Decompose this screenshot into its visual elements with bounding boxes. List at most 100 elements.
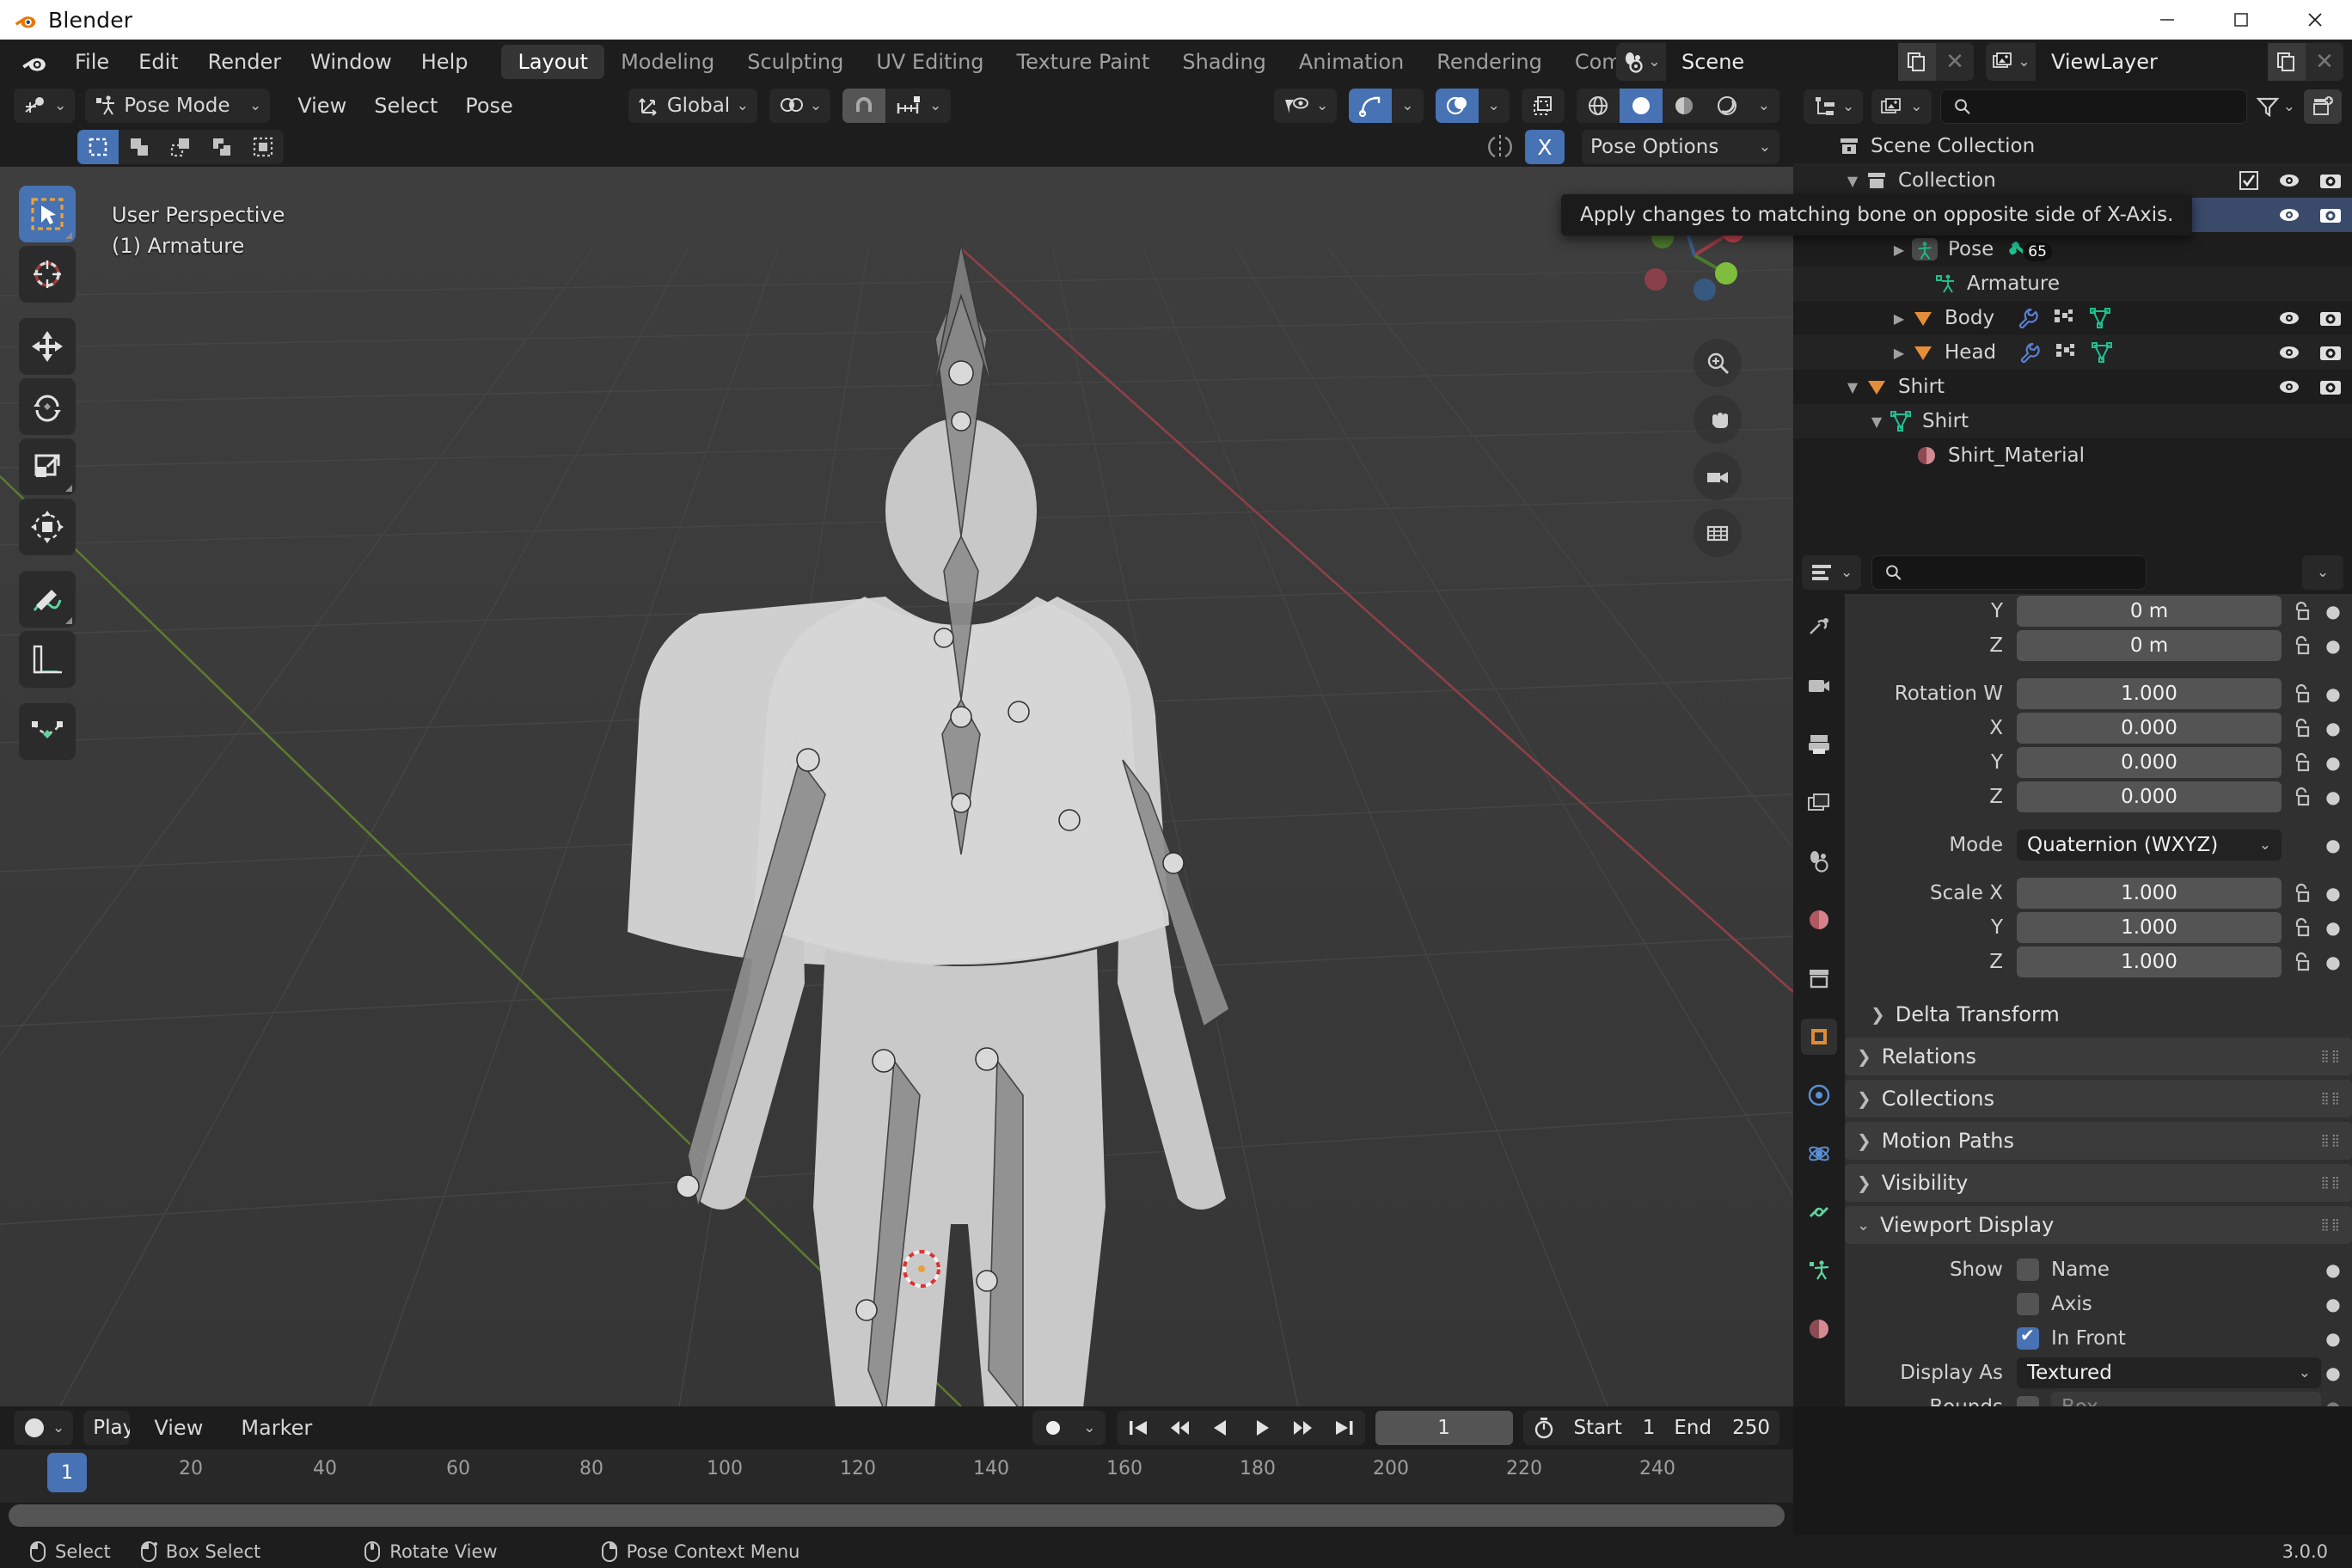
move-tool[interactable]	[19, 318, 76, 375]
lock-icon[interactable]	[2282, 717, 2321, 739]
wrench-icon[interactable]	[2017, 307, 2039, 329]
tab-modifiers[interactable]	[1801, 1077, 1837, 1113]
tab-modeling[interactable]: Modeling	[604, 45, 731, 79]
panel-visibility[interactable]: ❯ Visibility ⣿⣿	[1845, 1164, 2352, 1202]
tab-constraints[interactable]	[1801, 1194, 1837, 1230]
rotation-mode-dropdown[interactable]: Quaternion (WXYZ) ⌄	[2017, 830, 2282, 861]
playhead[interactable]: 1	[47, 1453, 87, 1492]
pivot-point-selector[interactable]: ⌄	[769, 89, 830, 123]
scene-unlink-button[interactable]: ✕	[1936, 43, 1974, 81]
show-overlays-toggle[interactable]	[1436, 89, 1479, 123]
tab-world[interactable]	[1801, 902, 1837, 938]
outliner-row-scene-collection[interactable]: Scene Collection	[1793, 129, 2352, 163]
disclosure-triangle[interactable]: ▶	[1890, 345, 1908, 361]
menu-file[interactable]: File	[60, 40, 124, 84]
camera-icon[interactable]	[2319, 171, 2342, 190]
animate-property-dot[interactable]: ●	[2321, 1328, 2345, 1349]
eye-icon[interactable]	[2278, 343, 2300, 362]
tab-physics[interactable]	[1801, 1136, 1837, 1172]
camera-icon[interactable]	[2319, 377, 2342, 396]
outliner-search-field[interactable]	[1980, 96, 2234, 118]
start-frame-field[interactable]: Start 1	[1565, 1411, 1665, 1445]
outliner-display-mode-button[interactable]: ⌄	[1871, 89, 1931, 124]
tab-animation[interactable]: Animation	[1283, 45, 1420, 79]
new-collection-button[interactable]	[2304, 89, 2342, 124]
show-name-checkbox[interactable]	[2017, 1259, 2039, 1281]
lock-icon[interactable]	[2282, 751, 2321, 774]
animate-property-dot[interactable]: ●	[2321, 718, 2345, 738]
tab-tool[interactable]	[1801, 609, 1837, 646]
end-frame-field[interactable]: End 250	[1664, 1411, 1779, 1445]
next-keyframe-button[interactable]	[1283, 1411, 1324, 1445]
animate-property-dot[interactable]: ●	[2321, 1259, 2345, 1280]
tab-rendering[interactable]: Rendering	[1420, 45, 1559, 79]
tab-viewlayer[interactable]	[1801, 785, 1837, 821]
use-preview-range-toggle[interactable]	[1523, 1411, 1565, 1445]
mesh-data-icon[interactable]	[2089, 307, 2111, 329]
outliner-row-pose[interactable]: ▶ Pose 65	[1793, 232, 2352, 266]
prop-value-scale-y[interactable]: 1.000	[2017, 912, 2282, 943]
outliner-editor-type-button[interactable]: ⌄	[1804, 89, 1863, 124]
animate-property-dot[interactable]: ●	[2321, 883, 2345, 903]
eye-icon[interactable]	[2278, 309, 2300, 328]
pose-options-dropdown[interactable]: Pose Options ⌄	[1582, 130, 1779, 164]
tweak-tool[interactable]	[19, 186, 76, 242]
animate-property-dot[interactable]: ●	[2321, 635, 2345, 656]
prop-value-location-z[interactable]: 0 m	[2017, 630, 2282, 661]
prop-value-rotation-z[interactable]: 0.000	[2017, 781, 2282, 812]
animate-property-dot[interactable]: ●	[2321, 835, 2345, 855]
disclosure-triangle[interactable]: ▼	[1867, 413, 1886, 430]
tab-collection[interactable]	[1801, 960, 1837, 996]
xray-toggle[interactable]	[1522, 89, 1565, 123]
tab-output[interactable]	[1801, 726, 1837, 763]
tab-scene[interactable]	[1801, 843, 1837, 879]
shading-options-dropdown[interactable]: ⌄	[1749, 89, 1779, 123]
show-gizmo-toggle[interactable]	[1349, 89, 1392, 123]
viewport-menu-view[interactable]: View	[284, 94, 360, 118]
eye-icon[interactable]	[2278, 377, 2300, 396]
menu-help[interactable]: Help	[407, 40, 483, 84]
show-axis-checkbox[interactable]	[2017, 1293, 2039, 1315]
viewport-menu-select[interactable]: Select	[360, 94, 451, 118]
disclosure-triangle[interactable]: ▼	[1843, 379, 1862, 395]
animate-property-dot[interactable]: ●	[2321, 952, 2345, 972]
transform-tool[interactable]	[19, 499, 76, 555]
lock-icon[interactable]	[2282, 786, 2321, 808]
camera-icon[interactable]	[2319, 343, 2342, 362]
prop-value-rotation-x[interactable]: 0.000	[2017, 713, 2282, 744]
prop-value-scale-z[interactable]: 1.000	[2017, 946, 2282, 977]
jump-to-end-button[interactable]	[1324, 1411, 1365, 1445]
menu-window[interactable]: Window	[296, 40, 407, 84]
animate-property-dot[interactable]: ●	[2321, 1294, 2345, 1314]
shading-material[interactable]	[1663, 89, 1706, 123]
panel-collections[interactable]: ❯ Collections ⣿⣿	[1845, 1080, 2352, 1118]
properties-options-dropdown[interactable]: ⌄	[2302, 555, 2343, 590]
viewlayer-icon[interactable]: ⌄	[1986, 43, 2036, 81]
panel-viewport-display[interactable]: ⌄ Viewport Display ⣿⣿	[1845, 1206, 2352, 1244]
shading-wireframe[interactable]	[1577, 89, 1620, 123]
disclosure-triangle[interactable]: ▶	[1890, 310, 1908, 327]
3d-viewport[interactable]: User Perspective (1) Armature	[0, 167, 1793, 1406]
timeline-menu-marker[interactable]: Marker	[227, 1416, 326, 1440]
animate-property-dot[interactable]: ●	[2321, 752, 2345, 773]
disclosure-triangle[interactable]: ▶	[1890, 242, 1908, 258]
rotate-tool[interactable]	[19, 378, 76, 435]
timeline-menu-view[interactable]: View	[140, 1416, 217, 1440]
camera-icon[interactable]	[2319, 309, 2342, 328]
maximize-button[interactable]	[2204, 0, 2278, 40]
breakdowner-tool[interactable]	[19, 703, 76, 760]
outliner-row-armature-data[interactable]: Armature	[1793, 266, 2352, 301]
outliner-row-collection[interactable]: ▼ Collection	[1793, 163, 2352, 198]
scene-name[interactable]: Scene	[1666, 43, 1898, 81]
prev-keyframe-button[interactable]	[1159, 1411, 1200, 1445]
menu-render[interactable]: Render	[193, 40, 296, 84]
mesh-data-icon[interactable]	[2091, 341, 2113, 364]
tab-render[interactable]	[1801, 668, 1837, 704]
scene-icon[interactable]: ⌄	[1616, 43, 1666, 81]
tab-uv-editing[interactable]: UV Editing	[860, 45, 1000, 79]
in-front-checkbox[interactable]	[2017, 1327, 2039, 1350]
timeline-horizontal-scrollbar[interactable]	[9, 1504, 1785, 1527]
panel-motion-paths[interactable]: ❯ Motion Paths ⣿⣿	[1845, 1122, 2352, 1160]
menu-edit[interactable]: Edit	[124, 40, 193, 84]
viewlayer-name[interactable]: ViewLayer	[2036, 43, 2268, 81]
